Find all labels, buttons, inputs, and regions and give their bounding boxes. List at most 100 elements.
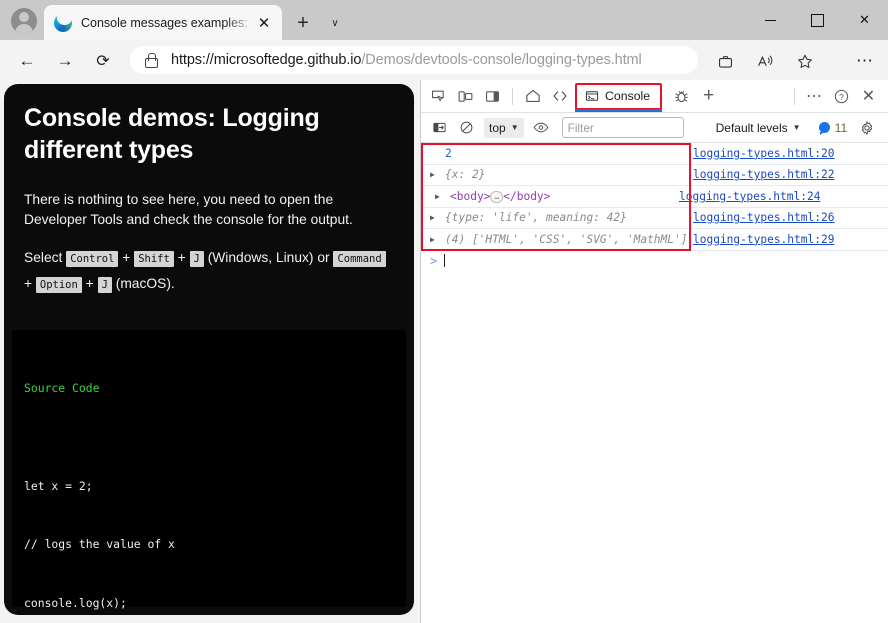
execution-context-value: top <box>489 121 506 135</box>
address-bar-url: https://microsoftedge.github.io/Demos/de… <box>171 52 642 68</box>
favorites-icon[interactable] <box>792 48 818 74</box>
read-aloud-icon[interactable] <box>752 48 778 74</box>
home-icon[interactable] <box>519 83 546 109</box>
close-devtools-icon[interactable]: ✕ <box>855 83 882 109</box>
tab-title: Console messages examples: log <box>81 16 252 30</box>
console-message-row[interactable]: 2 logging-types.html:20 <box>421 143 888 165</box>
page-shortcut-text: Select Control + Shift + J (Windows, Lin… <box>24 245 394 296</box>
reload-icon[interactable]: ⟳ <box>90 48 116 74</box>
new-tab-button[interactable]: + <box>290 10 316 36</box>
browser-title-bar: Console messages examples: log ✕ + ∨ ✕ <box>0 0 888 40</box>
dom-close-tag: </body> <box>503 190 550 203</box>
console-message-row[interactable]: ▶ <body>…</body> logging-types.html:24 <box>421 186 888 208</box>
address-bar[interactable]: https://microsoftedge.github.io/Demos/de… <box>130 46 698 74</box>
window-controls: ✕ <box>747 0 888 40</box>
browser-more-icon[interactable]: ⋯ <box>852 48 878 74</box>
chevron-down-icon[interactable]: ∨ <box>322 10 348 36</box>
devtools-panel: Console + ⋯ ? ✕ top ▼ Filter <box>420 80 888 623</box>
console-prompt[interactable]: > <box>421 251 888 271</box>
source-code-header: Source Code <box>24 379 394 399</box>
message-count-value: 11 <box>835 121 848 135</box>
url-origin: https://microsoftedge.github.io <box>171 52 361 68</box>
forward-icon[interactable]: → <box>52 48 78 74</box>
console-sidebar-icon[interactable] <box>427 116 452 140</box>
console-message-row[interactable]: ▶ (4) ['HTML', 'CSS', 'SVG', 'MathML'] l… <box>421 229 888 251</box>
page-viewport: Console demos: Logging different types T… <box>0 80 420 623</box>
console-message-text: <body>…</body> <box>450 190 888 203</box>
add-panel-icon[interactable]: + <box>695 83 722 109</box>
shortcut-lead: Select <box>24 250 66 265</box>
settings-gear-icon[interactable] <box>854 116 880 140</box>
log-levels-select[interactable]: Default levels ▼ <box>716 121 801 135</box>
profile-button[interactable] <box>9 6 39 36</box>
live-expression-icon[interactable] <box>529 116 554 140</box>
code-line: // logs the value of x <box>24 535 394 555</box>
edge-logo-icon <box>54 14 72 32</box>
close-icon[interactable]: ✕ <box>252 11 276 35</box>
chevron-down-icon: ▼ <box>511 123 519 132</box>
clear-console-icon[interactable] <box>454 116 479 140</box>
console-message-list: 2 logging-types.html:20 ▶ {x: 2} logging… <box>421 143 888 271</box>
source-code-lines: let x = 2; // logs the value of x consol… <box>24 438 394 616</box>
expand-arrow-icon[interactable]: ▶ <box>435 192 446 201</box>
execution-context-select[interactable]: top ▼ <box>484 118 524 138</box>
source-code-block: Source Code let x = 2; // logs the value… <box>12 330 406 607</box>
expand-arrow-icon[interactable]: ▶ <box>430 235 441 244</box>
avatar <box>11 8 37 34</box>
code-line: let x = 2; <box>24 477 394 497</box>
message-count-badge[interactable]: 11 <box>819 121 848 135</box>
shortcut-mid: (Windows, Linux) or <box>204 250 334 265</box>
dom-open-tag: <body> <box>450 190 490 203</box>
tab-console-label: Console <box>605 89 650 103</box>
source-link[interactable]: logging-types.html:29 <box>693 233 834 246</box>
page-intro-text: There is nothing to see here, you need t… <box>24 190 394 230</box>
message-bubble-icon <box>819 122 830 133</box>
kbd-j-mac: J <box>98 277 112 293</box>
address-bar-actions <box>712 48 818 74</box>
help-icon[interactable]: ? <box>828 83 855 109</box>
back-icon[interactable]: ← <box>14 48 40 74</box>
toolbar-divider-right <box>794 88 795 105</box>
expand-arrow-icon[interactable]: ▶ <box>430 170 441 179</box>
expand-arrow-icon[interactable]: ▶ <box>430 213 441 222</box>
toolbar-divider <box>512 88 513 105</box>
more-tools-icon[interactable]: ⋯ <box>801 83 828 109</box>
code-line: console.log(x); <box>24 594 394 614</box>
maximize-button[interactable] <box>794 0 841 40</box>
inspect-element-icon[interactable] <box>425 83 452 109</box>
kbd-option: Option <box>36 277 82 293</box>
text-cursor <box>444 254 445 267</box>
close-window-button[interactable]: ✕ <box>841 0 888 40</box>
elements-icon[interactable] <box>546 83 573 109</box>
collapsed-children-icon[interactable]: … <box>490 191 503 203</box>
console-filter-input[interactable]: Filter <box>562 117 684 138</box>
tab-console[interactable]: Console <box>575 83 662 110</box>
dock-side-icon[interactable] <box>479 83 506 109</box>
console-icon <box>585 89 599 103</box>
browser-nav-bar: ← → ⟳ https://microsoftedge.github.io/De… <box>0 40 888 80</box>
device-emulation-icon[interactable] <box>452 83 479 109</box>
console-message-row[interactable]: ▶ {type: 'life', meaning: 42} logging-ty… <box>421 208 888 230</box>
kbd-shift: Shift <box>134 251 174 267</box>
console-message-row[interactable]: ▶ {x: 2} logging-types.html:22 <box>421 165 888 187</box>
source-link[interactable]: logging-types.html:22 <box>693 168 834 181</box>
shortcut-tail: (macOS). <box>112 276 175 291</box>
chevron-down-icon: ▼ <box>793 123 801 132</box>
source-link[interactable]: logging-types.html:24 <box>679 190 820 203</box>
log-levels-label: Default levels <box>716 121 788 135</box>
lock-icon <box>144 53 157 67</box>
web-page-content: Console demos: Logging different types T… <box>4 84 414 615</box>
console-filter-bar: top ▼ Filter Default levels ▼ 11 <box>421 113 888 143</box>
issues-bug-icon[interactable] <box>668 83 695 109</box>
svg-text:?: ? <box>839 91 844 101</box>
source-link[interactable]: logging-types.html:26 <box>693 211 834 224</box>
devtools-toolbar: Console + ⋯ ? ✕ <box>421 80 888 113</box>
minimize-button[interactable] <box>747 0 794 40</box>
url-path: /Demos/devtools-console/logging-types.ht… <box>361 52 641 68</box>
kbd-control: Control <box>66 251 118 267</box>
page-title: Console demos: Logging different types <box>24 102 394 166</box>
collections-icon[interactable] <box>712 48 738 74</box>
browser-tab[interactable]: Console messages examples: log ✕ <box>44 5 282 40</box>
source-link[interactable]: logging-types.html:20 <box>693 147 834 160</box>
prompt-chevron-icon: > <box>430 254 437 268</box>
